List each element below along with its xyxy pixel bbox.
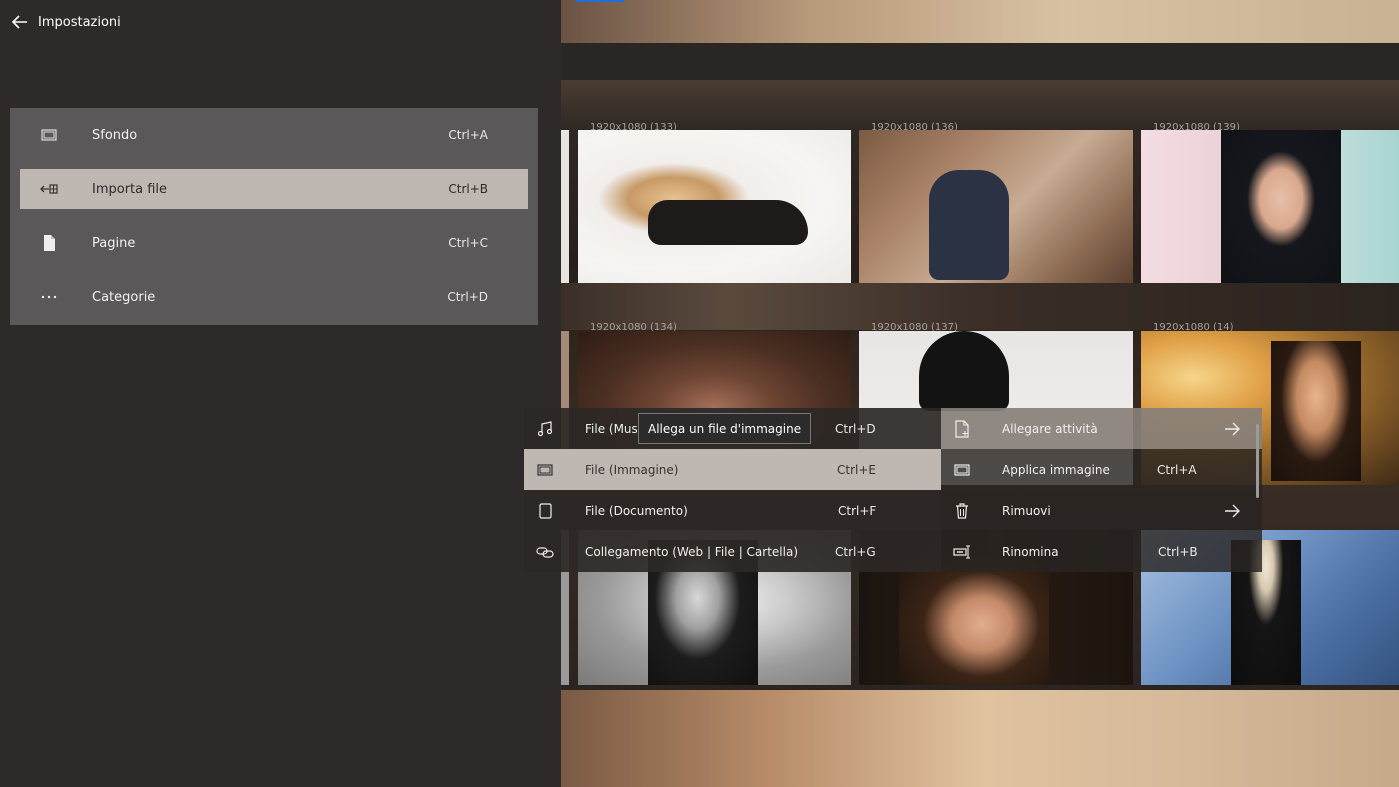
thumbnail-139[interactable] bbox=[1141, 130, 1399, 283]
menu-item-pagine[interactable]: Pagine Ctrl+C bbox=[20, 223, 528, 263]
menu-item-sfondo[interactable]: Sfondo Ctrl+A bbox=[20, 115, 528, 155]
context-item-file-documento[interactable]: File (Documento) Ctrl+F bbox=[524, 490, 941, 531]
image-icon bbox=[537, 464, 553, 476]
back-label: Impostazioni bbox=[38, 14, 121, 30]
more-icon bbox=[41, 295, 57, 299]
gallery-row-gap bbox=[561, 283, 1399, 330]
menu-item-shortcut: Ctrl+C bbox=[448, 236, 488, 250]
settings-menu: Sfondo Ctrl+A Importa file Ctrl+B Pagine… bbox=[10, 108, 538, 325]
trash-icon bbox=[956, 503, 968, 519]
context-item-label: Collegamento (Web | File | Cartella) bbox=[585, 544, 799, 559]
gallery-pane: 1920x1080 (133) 1920x1080 (136) 1920x108… bbox=[561, 0, 1399, 787]
apply-image-icon bbox=[954, 464, 970, 476]
menu-item-label: Categorie bbox=[92, 289, 156, 305]
chevron-right-icon bbox=[1225, 504, 1240, 518]
menu-item-label: Pagine bbox=[92, 235, 136, 251]
menu-item-shortcut: Ctrl+A bbox=[448, 128, 488, 142]
context-submenu: Allegare attività Applica immagine Ctrl+… bbox=[941, 408, 1262, 572]
document-icon bbox=[539, 503, 552, 519]
menu-item-shortcut: Ctrl+B bbox=[448, 182, 488, 196]
menu-item-importa-file[interactable]: Importa file Ctrl+B bbox=[20, 169, 528, 209]
submenu-item-label: Applica immagine bbox=[1002, 462, 1110, 477]
thumbnail-133[interactable] bbox=[578, 130, 851, 283]
submenu-item-label: Rinomina bbox=[1002, 544, 1059, 559]
menu-item-categorie[interactable]: Categorie Ctrl+D bbox=[20, 277, 528, 317]
context-menu: File (Musica) Ctrl+D File (Immagine) Ctr… bbox=[524, 408, 1262, 572]
context-item-file-immagine[interactable]: File (Immagine) Ctrl+E bbox=[524, 449, 941, 490]
wallpaper-icon bbox=[41, 129, 57, 141]
submenu-item-label: Allegare attività bbox=[1002, 421, 1098, 436]
menu-item-label: Sfondo bbox=[92, 127, 138, 143]
progress-accent bbox=[576, 0, 624, 2]
import-icon bbox=[40, 184, 58, 194]
music-icon bbox=[537, 421, 553, 437]
context-item-label: File (Immagine) bbox=[585, 462, 679, 477]
context-item-shortcut: Ctrl+G bbox=[835, 544, 876, 559]
header-image-strip bbox=[561, 0, 1399, 43]
submenu-item-applica-immagine[interactable]: Applica immagine Ctrl+A bbox=[941, 449, 1262, 490]
submenu-item-shortcut: Ctrl+A bbox=[1157, 462, 1197, 477]
thumbnail-figure bbox=[1271, 341, 1361, 481]
footer-image-strip bbox=[561, 690, 1399, 787]
submenu-item-shortcut: Ctrl+B bbox=[1158, 544, 1198, 559]
rename-icon bbox=[953, 545, 970, 559]
context-item-label: File (Documento) bbox=[585, 503, 688, 518]
submenu-scrollbar[interactable] bbox=[1256, 424, 1259, 498]
settings-pane: Impostazioni Sfondo Ctrl+A Importa file … bbox=[0, 0, 561, 787]
thumbnail-figure bbox=[929, 170, 1009, 280]
menu-item-shortcut: Ctrl+D bbox=[447, 290, 488, 304]
thumbnail-figure bbox=[919, 331, 1009, 411]
context-item-collegamento[interactable]: Collegamento (Web | File | Cartella) Ctr… bbox=[524, 531, 941, 572]
thumbnail-partial[interactable] bbox=[561, 130, 569, 283]
thumbnail-136[interactable] bbox=[859, 130, 1133, 283]
back-arrow-icon bbox=[11, 15, 27, 29]
chevron-right-icon bbox=[1225, 422, 1240, 436]
submenu-item-label: Rimuovi bbox=[1002, 503, 1051, 518]
context-item-shortcut: Ctrl+F bbox=[838, 503, 877, 518]
submenu-item-rinomina[interactable]: Rinomina Ctrl+B bbox=[941, 531, 1262, 572]
submenu-item-allegare-attivita[interactable]: Allegare attività bbox=[941, 408, 1262, 449]
thumbnail-figure bbox=[1221, 130, 1341, 283]
gallery-spacer bbox=[561, 43, 1399, 80]
page-icon bbox=[44, 235, 55, 251]
thumbnail-figure bbox=[648, 200, 808, 245]
context-item-shortcut: Ctrl+E bbox=[837, 462, 876, 477]
submenu-item-rimuovi[interactable]: Rimuovi bbox=[941, 490, 1262, 531]
tooltip: Allega un file d'immagine bbox=[638, 413, 812, 444]
context-item-shortcut: Ctrl+D bbox=[835, 421, 876, 436]
back-button[interactable]: Impostazioni bbox=[10, 10, 121, 34]
attach-file-icon bbox=[955, 420, 969, 438]
menu-item-label: Importa file bbox=[92, 181, 168, 197]
link-icon bbox=[536, 547, 554, 558]
